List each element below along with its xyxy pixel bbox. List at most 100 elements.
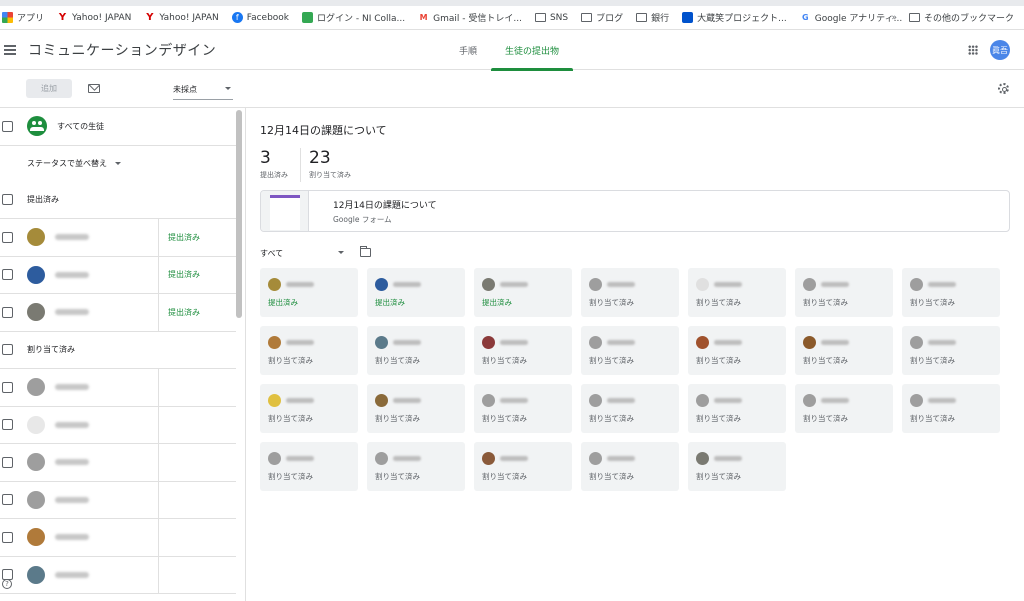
bookmarks-bar: アプリ Y Yahoo! JAPAN Y Yahoo! JAPAN f Facebook ログ… bbox=[0, 6, 1024, 30]
card-status: 割り当て済み bbox=[589, 356, 634, 365]
student-card[interactable]: 割り当て済み bbox=[795, 268, 893, 317]
student-list-scrollbar[interactable] bbox=[236, 110, 242, 318]
student-checkbox[interactable] bbox=[2, 231, 13, 243]
student-card[interactable]: 割り当て済み bbox=[902, 326, 1000, 375]
student-avatar bbox=[27, 228, 45, 247]
student-row[interactable] bbox=[0, 406, 236, 444]
grade-sort-select[interactable]: 未採点 bbox=[173, 84, 233, 100]
student-name-blurred bbox=[393, 340, 421, 345]
google-apps-icon[interactable] bbox=[968, 45, 978, 55]
select-all-checkbox[interactable] bbox=[2, 120, 13, 132]
assigned-count: 23 割り当て済み bbox=[309, 148, 363, 182]
bookmark-label: ブログ bbox=[596, 14, 624, 24]
bookmark-item[interactable]: SNS bbox=[534, 13, 568, 23]
section-submitted-checkbox[interactable] bbox=[2, 194, 13, 206]
student-card[interactable]: 割り当て済み bbox=[367, 326, 465, 375]
student-card[interactable]: 提出済み bbox=[474, 268, 572, 317]
bookmark-item[interactable]: Y Yahoo! JAPAN bbox=[57, 12, 131, 23]
card-status: 割り当て済み bbox=[268, 414, 313, 423]
student-avatar bbox=[696, 336, 709, 349]
student-card[interactable]: 割り当て済み bbox=[367, 384, 465, 433]
student-avatar bbox=[696, 394, 709, 407]
tab-instructions[interactable]: 手順 bbox=[445, 30, 491, 70]
student-row[interactable] bbox=[0, 369, 236, 407]
student-row[interactable]: 提出済み bbox=[0, 256, 236, 294]
student-checkbox[interactable] bbox=[2, 269, 13, 281]
student-card[interactable]: 割り当て済み bbox=[795, 326, 893, 375]
student-card[interactable]: 割り当て済み bbox=[581, 268, 679, 317]
bookmark-item[interactable]: ログイン - NI Colla... bbox=[302, 11, 405, 24]
student-card[interactable]: 割り当て済み bbox=[581, 442, 679, 491]
student-card[interactable]: 提出済み bbox=[260, 268, 358, 317]
bookmark-item[interactable]: 銀行 bbox=[636, 11, 669, 24]
student-row[interactable]: 提出済み bbox=[0, 294, 236, 332]
student-card[interactable]: 割り当て済み bbox=[902, 384, 1000, 433]
student-card[interactable]: 割り当て済み bbox=[688, 384, 786, 433]
bookmark-item[interactable]: Y Yahoo! JAPAN bbox=[144, 12, 218, 23]
more-bookmarks-button[interactable]: » bbox=[891, 13, 897, 23]
student-row[interactable] bbox=[0, 444, 236, 482]
card-status: 提出済み bbox=[375, 298, 405, 307]
student-checkbox[interactable] bbox=[2, 531, 13, 543]
bookmark-item[interactable]: 大蔵笑プロジェクト... bbox=[682, 11, 787, 24]
yahoo-icon: Y bbox=[58, 12, 67, 23]
email-icon[interactable] bbox=[88, 84, 100, 93]
student-card[interactable]: 割り当て済み bbox=[367, 442, 465, 491]
student-avatar bbox=[27, 528, 45, 547]
student-avatar bbox=[482, 278, 495, 291]
card-status: 割り当て済み bbox=[375, 356, 420, 365]
bookmark-item[interactable]: ブログ bbox=[581, 11, 623, 24]
student-name-blurred bbox=[821, 398, 849, 403]
student-row[interactable] bbox=[0, 519, 236, 557]
section-submitted-row[interactable]: 提出済み bbox=[0, 182, 236, 219]
student-card[interactable]: 割り当て済み bbox=[795, 384, 893, 433]
student-row[interactable]: 提出済み bbox=[0, 219, 236, 257]
settings-gear-icon[interactable] bbox=[998, 83, 1009, 94]
student-card[interactable]: 割り当て済み bbox=[688, 268, 786, 317]
student-card[interactable]: 割り当て済み bbox=[474, 384, 572, 433]
student-checkbox[interactable] bbox=[2, 381, 13, 393]
section-assigned-checkbox[interactable] bbox=[2, 344, 13, 356]
class-title[interactable]: コミュニケーションデザイン bbox=[28, 40, 216, 60]
student-card[interactable]: 割り当て済み bbox=[902, 268, 1000, 317]
bookmark-item[interactable]: f Facebook bbox=[231, 12, 289, 23]
student-card[interactable]: 割り当て済み bbox=[581, 384, 679, 433]
student-checkbox[interactable] bbox=[2, 494, 13, 506]
student-card[interactable]: 割り当て済み bbox=[260, 326, 358, 375]
tab-student-work[interactable]: 生徒の提出物 bbox=[491, 30, 574, 71]
student-card[interactable]: 割り当て済み bbox=[688, 326, 786, 375]
student-checkbox[interactable] bbox=[2, 419, 13, 431]
drive-folder-icon[interactable] bbox=[360, 246, 371, 257]
bookmark-label: 銀行 bbox=[651, 14, 670, 24]
bookmark-item[interactable]: M Gmail - 受信トレイ... bbox=[418, 11, 522, 24]
student-checkbox[interactable] bbox=[2, 306, 13, 318]
bookmark-item[interactable]: アプリ bbox=[2, 11, 44, 24]
add-button[interactable]: 追加 bbox=[26, 79, 72, 98]
student-checkbox[interactable] bbox=[2, 456, 13, 468]
student-card[interactable]: 割り当て済み bbox=[581, 326, 679, 375]
form-attachment[interactable]: 12月14日の課題について Google フォーム bbox=[260, 190, 1010, 232]
student-card[interactable]: 割り当て済み bbox=[474, 326, 572, 375]
hamburger-menu-icon[interactable] bbox=[4, 44, 16, 55]
help-icon[interactable]: ? bbox=[2, 579, 12, 589]
student-card[interactable]: 割り当て済み bbox=[474, 442, 572, 491]
user-avatar[interactable]: 眞吾 bbox=[990, 40, 1010, 60]
all-students-row[interactable]: すべての生徒 bbox=[0, 108, 236, 146]
section-assigned-row[interactable]: 割り当て済み bbox=[0, 332, 236, 369]
student-card[interactable]: 割り当て済み bbox=[688, 442, 786, 491]
student-avatar bbox=[803, 278, 816, 291]
student-row[interactable] bbox=[0, 481, 236, 519]
student-avatar bbox=[696, 278, 709, 291]
card-status: 割り当て済み bbox=[696, 356, 741, 365]
student-name-blurred bbox=[393, 456, 421, 461]
student-card[interactable]: 割り当て済み bbox=[260, 442, 358, 491]
status-sort-dropdown[interactable]: ステータスで並べ替え bbox=[0, 146, 236, 182]
student-card[interactable]: 提出済み bbox=[367, 268, 465, 317]
other-bookmarks[interactable]: その他のブックマーク bbox=[924, 11, 1014, 24]
bookmark-item[interactable]: G Google アナリティ... bbox=[800, 11, 902, 24]
card-status: 割り当て済み bbox=[589, 414, 634, 423]
student-row[interactable] bbox=[0, 556, 236, 594]
status-filter-select[interactable]: すべて bbox=[260, 248, 344, 259]
bookmark-label: Gmail - 受信トレイ... bbox=[433, 14, 522, 24]
student-card[interactable]: 割り当て済み bbox=[260, 384, 358, 433]
